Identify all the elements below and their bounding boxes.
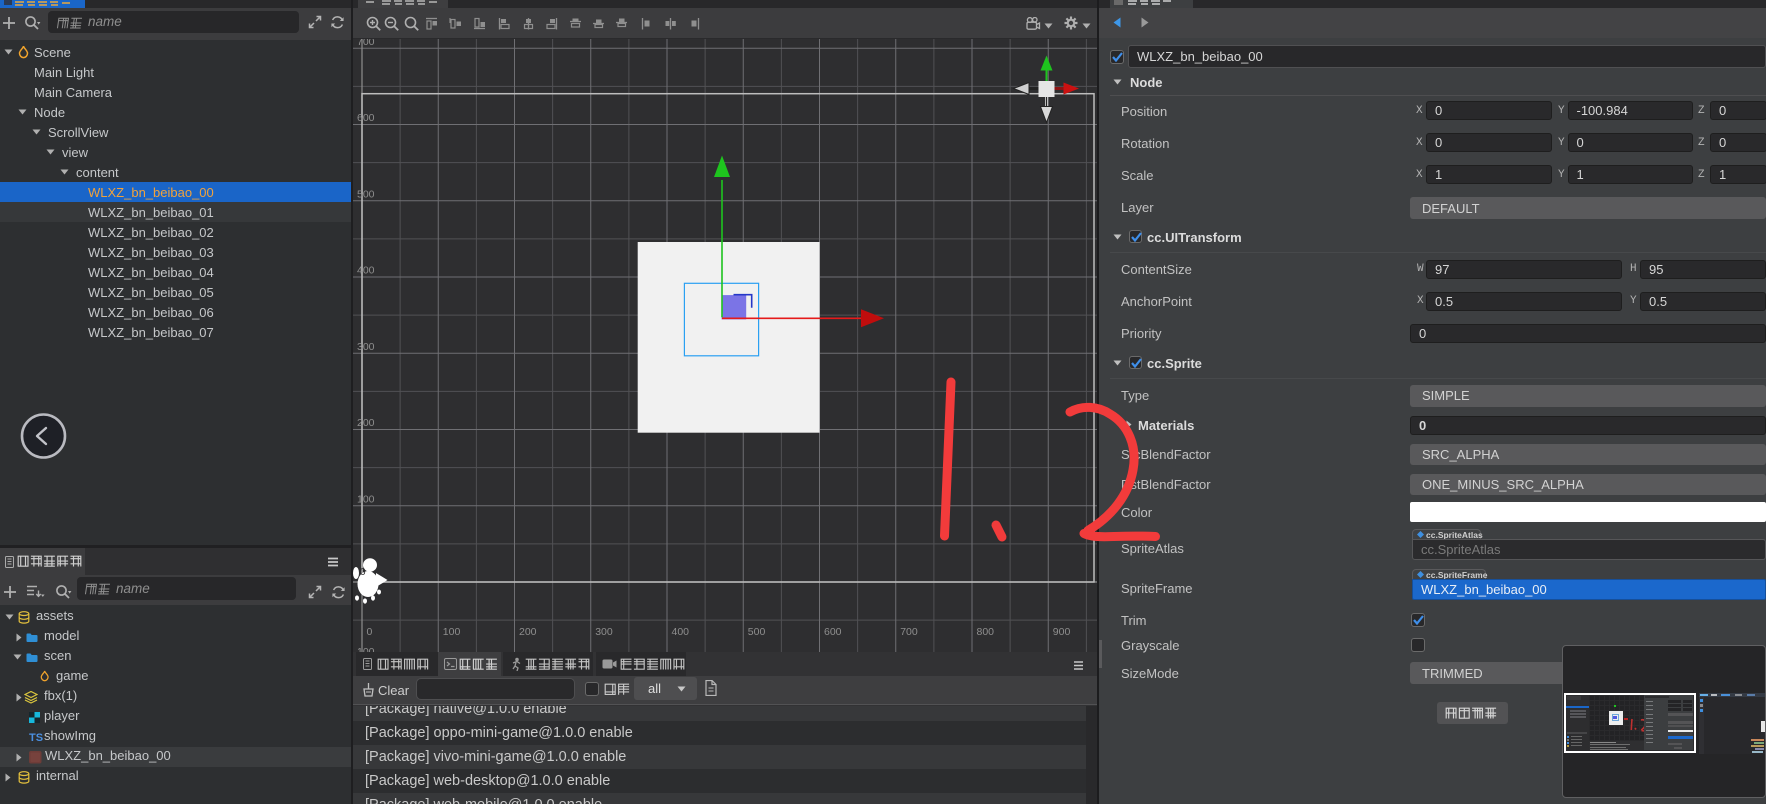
svg-text:0: 0 bbox=[360, 567, 366, 578]
svg-text:400: 400 bbox=[672, 626, 690, 638]
svg-text:300: 300 bbox=[595, 626, 613, 638]
svg-text:400: 400 bbox=[357, 265, 375, 277]
svg-text:500: 500 bbox=[357, 189, 375, 201]
svg-text:700: 700 bbox=[357, 39, 375, 48]
svg-text:900: 900 bbox=[1053, 626, 1071, 638]
svg-text:800: 800 bbox=[977, 626, 995, 638]
svg-text:100: 100 bbox=[443, 626, 461, 638]
svg-text:600: 600 bbox=[824, 626, 842, 638]
svg-text:200: 200 bbox=[357, 417, 375, 429]
svg-text:200: 200 bbox=[519, 626, 537, 638]
svg-text:100: 100 bbox=[357, 494, 375, 506]
svg-text:500: 500 bbox=[748, 626, 766, 638]
svg-text:700: 700 bbox=[900, 626, 918, 638]
svg-text:600: 600 bbox=[357, 112, 375, 124]
svg-text:0: 0 bbox=[367, 626, 373, 638]
svg-text:300: 300 bbox=[357, 341, 375, 353]
